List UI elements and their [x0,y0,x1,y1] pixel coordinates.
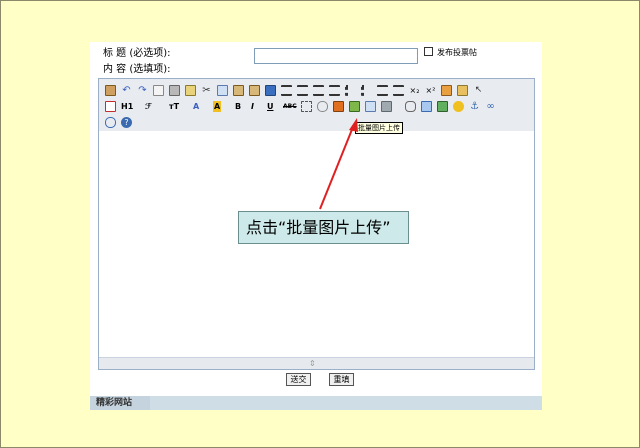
pointer-arrow [319,118,358,210]
